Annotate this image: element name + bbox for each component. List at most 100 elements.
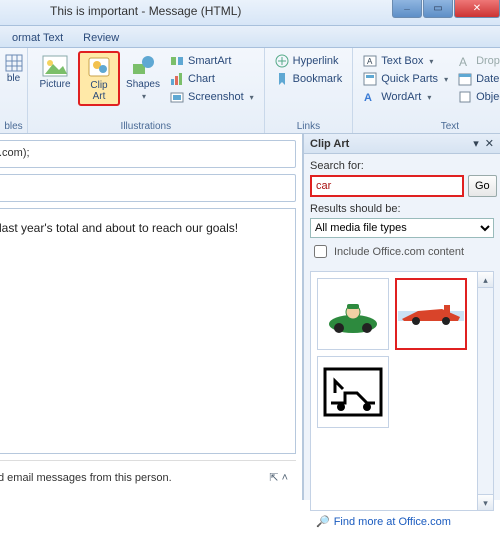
clip-art-icon	[86, 55, 112, 79]
table-label: ble	[4, 73, 24, 84]
clip-art-button[interactable]: Clip Art	[78, 51, 120, 106]
illustrations-group-label: Illustrations	[121, 121, 172, 132]
pane-close-button[interactable]: ✕	[485, 137, 494, 150]
wordart-button[interactable]: A WordArt	[359, 89, 452, 105]
clip-art-pane-body: Search for: Go Results should be: All me…	[304, 154, 500, 538]
include-office-label: Include Office.com content	[334, 246, 464, 258]
wordart-label: WordArt	[381, 91, 421, 103]
green-car-icon	[323, 294, 383, 334]
minimize-button[interactable]	[392, 0, 422, 18]
screenshot-icon	[170, 90, 184, 104]
message-pane: .com); last year's total and about to re…	[0, 134, 303, 500]
picture-button[interactable]: Picture	[34, 51, 76, 93]
to-value: .com);	[0, 147, 30, 159]
group-text: A Text Box Quick Parts A WordArt A Drop …	[353, 48, 500, 133]
shapes-label: Shapes	[124, 79, 162, 90]
pane-menu-button[interactable]: ▾	[473, 137, 479, 150]
result-race-car[interactable]	[395, 278, 467, 350]
group-links: Hyperlink Bookmark Links	[265, 48, 354, 133]
text-group-label: Text	[441, 121, 459, 132]
drop-cap-icon: A	[458, 54, 472, 68]
include-office-checkbox[interactable]	[314, 245, 327, 258]
smartart-button[interactable]: SmartArt	[166, 53, 258, 69]
message-body[interactable]: last year's total and about to reach our…	[0, 208, 296, 454]
find-more-label: Find more at Office.com	[334, 516, 451, 528]
wordart-icon: A	[363, 90, 377, 104]
shapes-icon	[130, 54, 156, 78]
links-group-label: Links	[297, 121, 320, 132]
tab-review[interactable]: Review	[73, 29, 129, 47]
result-tow-truck[interactable]	[317, 356, 389, 428]
go-button[interactable]: Go	[468, 175, 497, 197]
tab-format-text[interactable]: ormat Text	[2, 29, 73, 47]
svg-text:A: A	[459, 55, 467, 68]
text-box-icon: A	[363, 54, 377, 68]
text-box-button[interactable]: A Text Box	[359, 53, 452, 69]
title-bar: This is important - Message (HTML)	[0, 0, 500, 26]
race-car-icon	[398, 299, 464, 329]
result-green-car[interactable]	[317, 278, 389, 350]
drop-cap-label: Drop Cap	[476, 55, 500, 67]
hyperlink-label: Hyperlink	[293, 55, 339, 67]
svg-text:A: A	[364, 92, 372, 104]
subject-field[interactable]	[0, 174, 296, 202]
clip-art-pane-header: Clip Art ▾ ✕	[304, 134, 500, 154]
bookmark-label: Bookmark	[293, 73, 343, 85]
object-label: Object	[476, 91, 500, 103]
chart-button[interactable]: Chart	[166, 71, 258, 87]
bookmark-icon	[275, 72, 289, 86]
clip-art-pane: Clip Art ▾ ✕ Search for: Go Results shou…	[303, 134, 500, 500]
object-icon	[458, 90, 472, 104]
group-illustrations: Picture Clip Art Shapes SmartArt Chart	[28, 48, 265, 133]
group-tables: ble bles	[0, 48, 28, 133]
smartart-label: SmartArt	[188, 55, 231, 67]
body-text: last year's total and about to reach our…	[0, 221, 238, 235]
chart-label: Chart	[188, 73, 215, 85]
ribbon-tabs: ormat Text Review	[0, 26, 500, 48]
hyperlink-button[interactable]: Hyperlink	[271, 53, 347, 69]
tow-truck-icon	[323, 367, 383, 417]
quick-parts-icon	[363, 72, 377, 86]
results-scrollbar[interactable]: ▴ ▾	[477, 272, 493, 510]
people-pane-info: d email messages from this person. ⇱ ˄	[0, 460, 296, 494]
svg-text:A: A	[367, 57, 373, 66]
quick-parts-button[interactable]: Quick Parts	[359, 71, 452, 87]
smartart-icon	[170, 54, 184, 68]
quick-parts-label: Quick Parts	[381, 73, 438, 85]
clip-art-label: Clip Art	[81, 80, 117, 102]
hyperlink-icon	[275, 54, 289, 68]
chart-icon	[170, 72, 184, 86]
to-field[interactable]: .com);	[0, 140, 296, 168]
expand-icon[interactable]: ⇱ ˄	[269, 471, 288, 484]
table-button[interactable]: ble	[2, 51, 26, 87]
picture-icon	[41, 54, 69, 78]
text-box-label: Text Box	[381, 55, 423, 67]
window-title: This is important - Message (HTML)	[50, 4, 241, 18]
ribbon: ble bles Picture Clip Art Shapes SmartA	[0, 48, 500, 134]
drop-cap-button[interactable]: A Drop Cap	[454, 53, 500, 69]
screenshot-label: Screenshot	[188, 91, 244, 103]
close-button[interactable]	[454, 0, 500, 18]
results-should-be-label: Results should be:	[310, 203, 494, 215]
screenshot-button[interactable]: Screenshot	[166, 89, 258, 105]
table-icon	[5, 54, 23, 72]
date-time-icon	[458, 72, 472, 86]
maximize-button[interactable]	[423, 0, 453, 18]
media-type-select[interactable]: All media file types	[310, 218, 494, 238]
clip-art-pane-title: Clip Art	[310, 138, 349, 150]
shapes-button[interactable]: Shapes	[122, 51, 164, 105]
scroll-up-icon[interactable]: ▴	[478, 272, 493, 288]
picture-label: Picture	[36, 79, 74, 90]
object-button[interactable]: Object	[454, 89, 500, 105]
main-area: .com); last year's total and about to re…	[0, 134, 500, 500]
search-input[interactable]	[310, 175, 464, 197]
date-time-label: Date & Time	[476, 73, 500, 85]
tables-group-label: bles	[4, 121, 22, 132]
results-panel: ▴ ▾	[310, 271, 494, 511]
date-time-button[interactable]: Date & Time	[454, 71, 500, 87]
scroll-down-icon[interactable]: ▾	[478, 494, 493, 510]
bookmark-button[interactable]: Bookmark	[271, 71, 347, 87]
window-controls	[391, 0, 500, 25]
search-for-label: Search for:	[310, 160, 494, 172]
find-more-link[interactable]: Find more at Office.com	[310, 511, 494, 532]
